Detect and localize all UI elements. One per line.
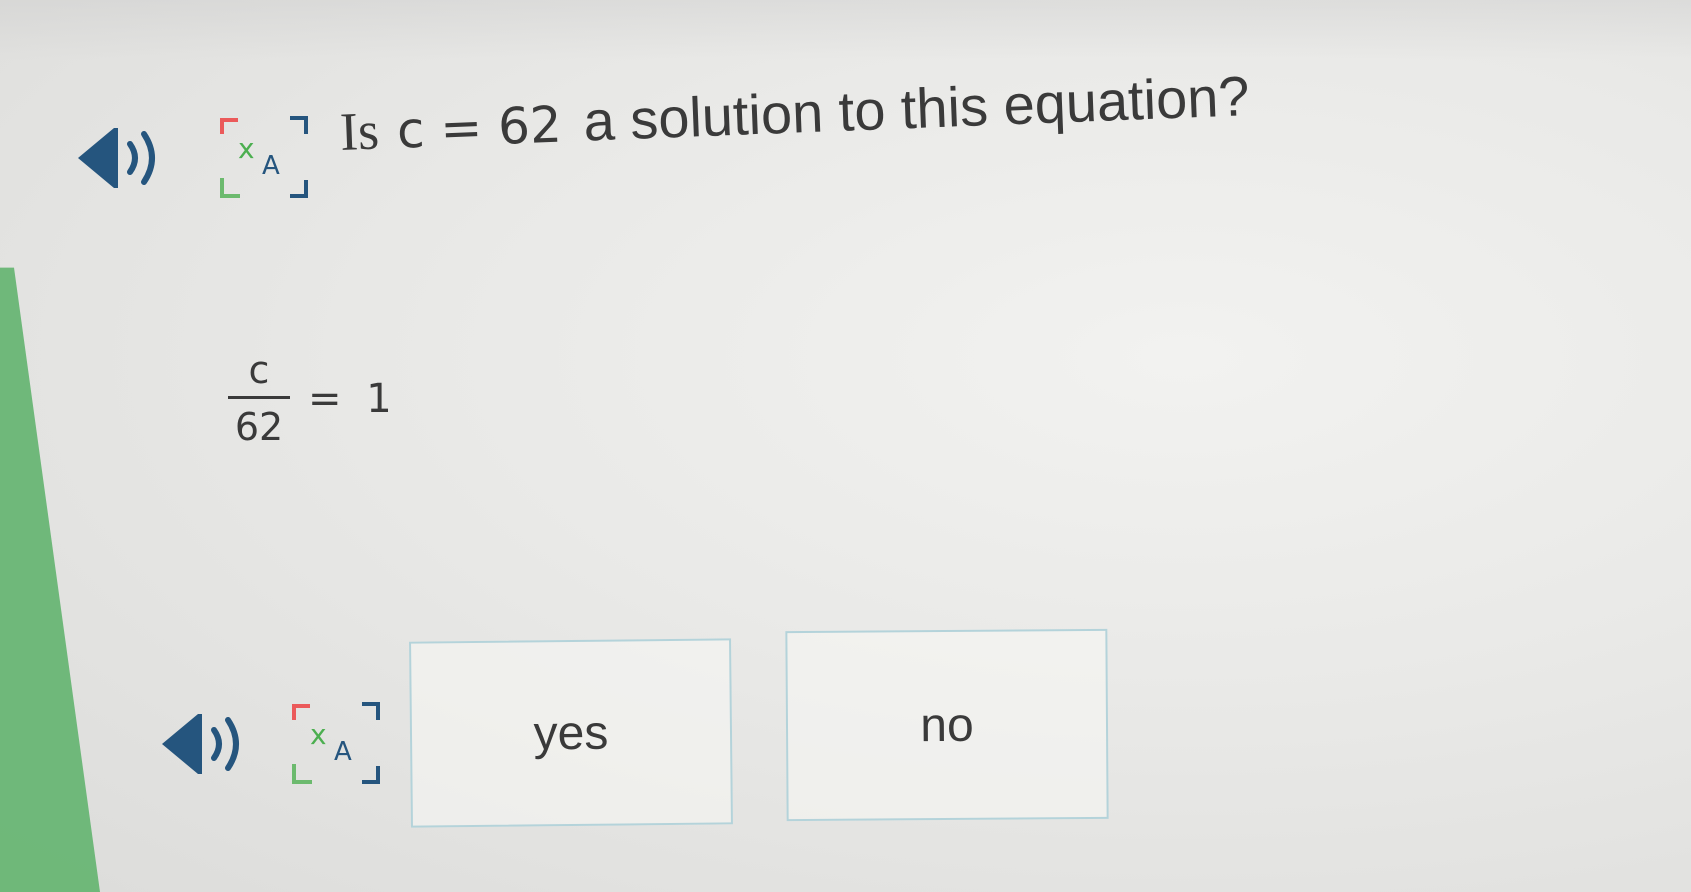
svg-text:x: x [310, 718, 327, 751]
fraction-numerator: c [248, 348, 270, 392]
question-math: c = 62 [395, 95, 563, 160]
svg-text:x: x [238, 132, 255, 165]
fraction-bar [228, 396, 290, 399]
equation: c 62 = 1 [228, 348, 398, 449]
yes-answer-button[interactable]: yes [409, 638, 733, 828]
top-shade [0, 0, 1691, 60]
no-answer-label: no [920, 698, 974, 752]
fraction-denominator: 62 [234, 405, 284, 449]
answers-translate-icon[interactable]: x A [288, 698, 384, 790]
yes-answer-label: yes [533, 706, 609, 760]
fraction: c 62 [228, 348, 290, 449]
no-answer-button[interactable]: no [785, 628, 1109, 822]
svg-text:A: A [334, 737, 352, 767]
answers-speaker-icon[interactable] [158, 704, 254, 784]
equation-right-side: = 1 [308, 375, 398, 422]
question-speaker-icon[interactable] [74, 118, 170, 198]
question-prefix: Is [338, 100, 381, 162]
svg-text:A: A [262, 151, 280, 181]
question-translate-icon[interactable]: x A [216, 112, 312, 204]
